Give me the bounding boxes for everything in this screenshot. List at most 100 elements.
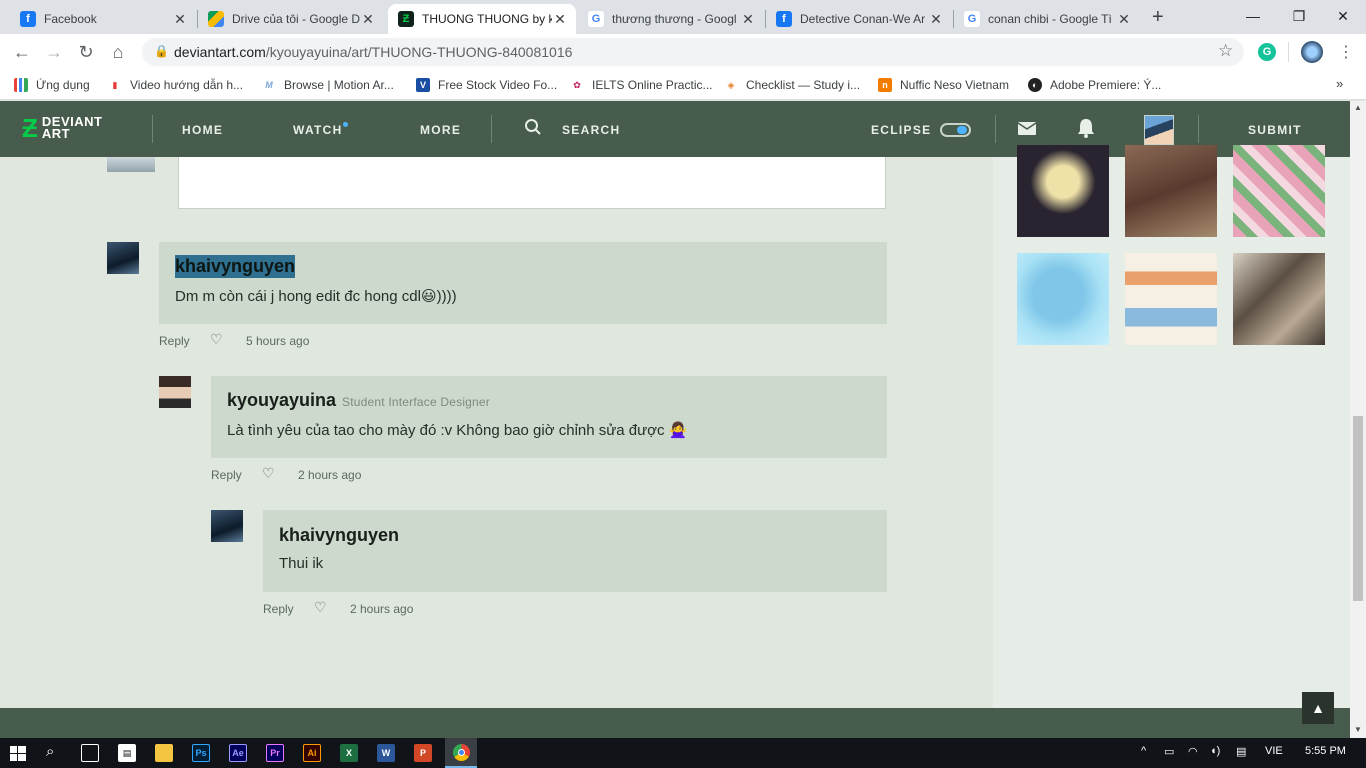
minimize-icon[interactable]: — [1230, 0, 1276, 32]
profile-avatar-icon[interactable] [1301, 41, 1323, 63]
nav-search[interactable]: SEARCH [562, 123, 620, 137]
powerpoint-icon[interactable]: P [414, 744, 432, 762]
wifi-icon[interactable]: ◠ [1188, 745, 1198, 758]
kebab-menu-icon[interactable]: ⋮ [1338, 42, 1354, 62]
reply-link[interactable]: Reply [263, 602, 294, 616]
excel-icon[interactable]: X [340, 744, 358, 762]
eclipse-toggle[interactable] [940, 123, 971, 137]
tab-google-drive[interactable]: Drive của tôi - Google D ✕ [198, 4, 384, 34]
comment-author[interactable]: kyouyayuina [227, 390, 336, 410]
volume-icon[interactable]: ◖) [1210, 745, 1220, 757]
nav-watch[interactable]: WATCH [293, 123, 343, 137]
action-center-icon[interactable]: ▤ [1236, 745, 1246, 758]
bookmark-star-icon[interactable]: ☆ [1218, 41, 1233, 61]
windows-start-icon[interactable] [10, 746, 26, 761]
deviantart-logo[interactable]: Ƶ DEVIANT ART [22, 115, 112, 141]
close-icon[interactable]: ✕ [740, 11, 756, 28]
close-icon[interactable]: ✕ [1116, 11, 1132, 28]
scrollbar-thumb[interactable] [1353, 416, 1363, 601]
nav-more[interactable]: MORE [420, 123, 461, 137]
tab-google-search-2[interactable]: G conan chibi - Google Tì ✕ [954, 4, 1140, 34]
heart-icon[interactable]: ♡ [262, 465, 275, 482]
scroll-down-arrow-icon[interactable]: ▼ [1354, 725, 1362, 734]
close-icon[interactable]: ✕ [360, 11, 376, 28]
chrome-taskbar-button[interactable] [445, 738, 477, 768]
reload-icon[interactable]: ↻ [74, 40, 98, 64]
battery-icon[interactable]: ▭ [1164, 745, 1174, 758]
comment-author[interactable]: khaivynguyen [175, 255, 296, 278]
tab-facebook[interactable]: f Facebook ✕ [10, 4, 196, 34]
bookmark-free-stock-video[interactable]: V Free Stock Video Fo... [416, 76, 557, 94]
avatar[interactable] [107, 242, 139, 274]
bookmark-apps[interactable]: Ứng dụng [14, 76, 90, 94]
tab-title: Detective Conan-We Ar [800, 12, 926, 26]
chrome-icon-center [458, 749, 465, 756]
avatar[interactable] [211, 510, 243, 542]
illustrator-icon[interactable]: Ai [303, 744, 321, 762]
close-icon[interactable]: ✕ [928, 11, 944, 28]
address-bar[interactable]: 🔒 deviantart.com/kyouyayuina/art/THUONG-… [142, 38, 1244, 66]
mail-icon[interactable] [1017, 121, 1037, 142]
bookmark-adobe-premiere[interactable]: ◐ Adobe Premiere: Ý... [1028, 76, 1161, 94]
bookmark-ielts[interactable]: ✿ IELTS Online Practic... [570, 76, 713, 94]
clock-time[interactable]: 5:55 PM [1305, 745, 1346, 757]
close-icon[interactable]: ✕ [552, 11, 568, 28]
show-hidden-icons-chevron[interactable]: ^ [1141, 745, 1146, 757]
input-language[interactable]: VIE [1265, 745, 1283, 757]
watch-notification-dot [343, 122, 348, 127]
apps-grid-icon [14, 78, 28, 92]
comment-author[interactable]: khaivynguyen [279, 525, 399, 546]
artwork-thumbnail[interactable] [1233, 145, 1325, 237]
after-effects-icon[interactable]: Ae [229, 744, 247, 762]
scroll-up-arrow-icon[interactable]: ▲ [1354, 103, 1362, 112]
more-bookmarks-chevron-icon[interactable]: » [1336, 76, 1343, 91]
artwork-thumbnail[interactable] [1125, 145, 1217, 237]
new-tab-plus-icon[interactable]: + [1152, 6, 1164, 29]
google-drive-icon [208, 11, 224, 27]
user-avatar[interactable] [1144, 115, 1174, 145]
file-explorer-icon[interactable] [155, 744, 173, 762]
reply-link[interactable]: Reply [159, 334, 190, 348]
comment-text: Thui ik [279, 555, 324, 572]
deviantart-icon: Ƶ [398, 11, 414, 27]
word-icon[interactable]: W [377, 744, 395, 762]
close-icon[interactable]: ✕ [172, 11, 188, 28]
task-view-icon[interactable] [81, 744, 99, 762]
artwork-thumbnail[interactable] [1125, 253, 1217, 345]
home-icon[interactable]: ⌂ [106, 40, 130, 64]
comment-text: Là tình yêu của tao cho mày đó :v Không … [227, 422, 688, 439]
heart-icon[interactable]: ♡ [210, 331, 223, 348]
scroll-to-top-button[interactable]: ▲ [1302, 692, 1334, 724]
bookmark-video-huong-dan[interactable]: ▮ Video hướng dẫn h... [108, 76, 243, 94]
artwork-thumbnail[interactable] [1017, 145, 1109, 237]
back-arrow-icon[interactable]: ← [10, 40, 34, 64]
checklist-icon: ◈ [724, 78, 738, 92]
browser-tab-strip: f Facebook ✕ Drive của tôi - Google D ✕ … [0, 0, 1366, 34]
store-icon[interactable]: ▤ [118, 744, 136, 762]
bookmark-motion-array[interactable]: M Browse | Motion Ar... [262, 76, 394, 94]
bookmark-nuffic[interactable]: n Nuffic Neso Vietnam [878, 76, 1009, 94]
artwork-thumbnail[interactable] [1233, 253, 1325, 345]
reply-link[interactable]: Reply [211, 468, 242, 482]
bookmark-checklist[interactable]: ◈ Checklist — Study i... [724, 76, 860, 94]
nav-home[interactable]: HOME [182, 123, 223, 137]
window-close-icon[interactable]: ✕ [1320, 0, 1366, 32]
browser-toolbar: ← → ↻ ⌂ 🔒 deviantart.com/kyouyayuina/art… [0, 34, 1366, 70]
grammarly-extension-icon[interactable]: G [1258, 43, 1276, 61]
taskbar-search-icon[interactable]: ⌕ [46, 743, 54, 760]
nav-submit-button[interactable]: SUBMIT [1248, 123, 1302, 137]
photoshop-icon[interactable]: Ps [192, 744, 210, 762]
avatar[interactable] [159, 376, 191, 408]
heart-icon[interactable]: ♡ [314, 599, 327, 616]
premiere-icon[interactable]: Pr [266, 744, 284, 762]
tab-facebook-conan[interactable]: f Detective Conan-We Ar ✕ [766, 4, 952, 34]
tab-google-search-1[interactable]: G thương thương - Googl ✕ [578, 4, 764, 34]
tab-deviantart[interactable]: Ƶ THUONG THUONG by k ✕ [388, 4, 576, 34]
search-icon[interactable] [524, 118, 542, 136]
chrome-icon [453, 744, 470, 761]
artwork-thumbnail[interactable] [1017, 253, 1109, 345]
nav-divider [491, 115, 492, 143]
bell-icon[interactable] [1076, 117, 1096, 144]
restore-icon[interactable]: ❐ [1276, 0, 1322, 32]
forward-arrow-icon[interactable]: → [42, 40, 66, 64]
